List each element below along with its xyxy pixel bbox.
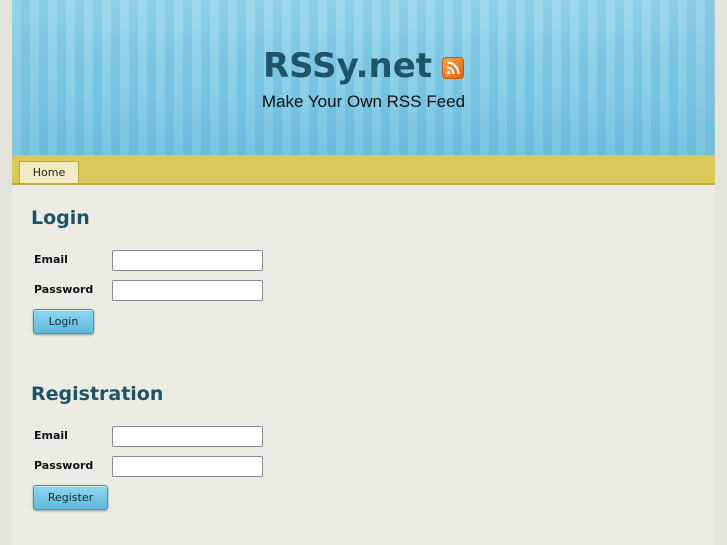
register-button[interactable]: Register (33, 485, 108, 510)
site-title-row: RSSy.net (12, 46, 715, 86)
registration-password-input[interactable] (112, 456, 263, 477)
rss-feed-icon[interactable] (442, 57, 465, 79)
site-title[interactable]: RSSy.net (263, 46, 432, 86)
login-password-input[interactable] (112, 280, 263, 301)
login-title: Login (31, 207, 90, 229)
registration-email-label: Email (34, 429, 68, 442)
page: RSSy.net Make Your Own RSS Feed Home Log… (0, 0, 727, 545)
registration-title: Registration (31, 383, 164, 405)
left-margin (0, 0, 12, 545)
login-button[interactable]: Login (33, 309, 94, 334)
site-header: RSSy.net Make Your Own RSS Feed (12, 0, 715, 155)
login-email-input[interactable] (112, 250, 263, 271)
right-margin (715, 0, 727, 545)
registration-email-input[interactable] (112, 426, 263, 447)
nav-tab-home[interactable]: Home (19, 161, 79, 183)
nav-bar: Home (12, 155, 715, 185)
site-tagline: Make Your Own RSS Feed (261, 92, 466, 111)
login-password-label: Password (34, 283, 94, 296)
login-email-label: Email (34, 253, 68, 266)
registration-password-label: Password (34, 459, 94, 472)
